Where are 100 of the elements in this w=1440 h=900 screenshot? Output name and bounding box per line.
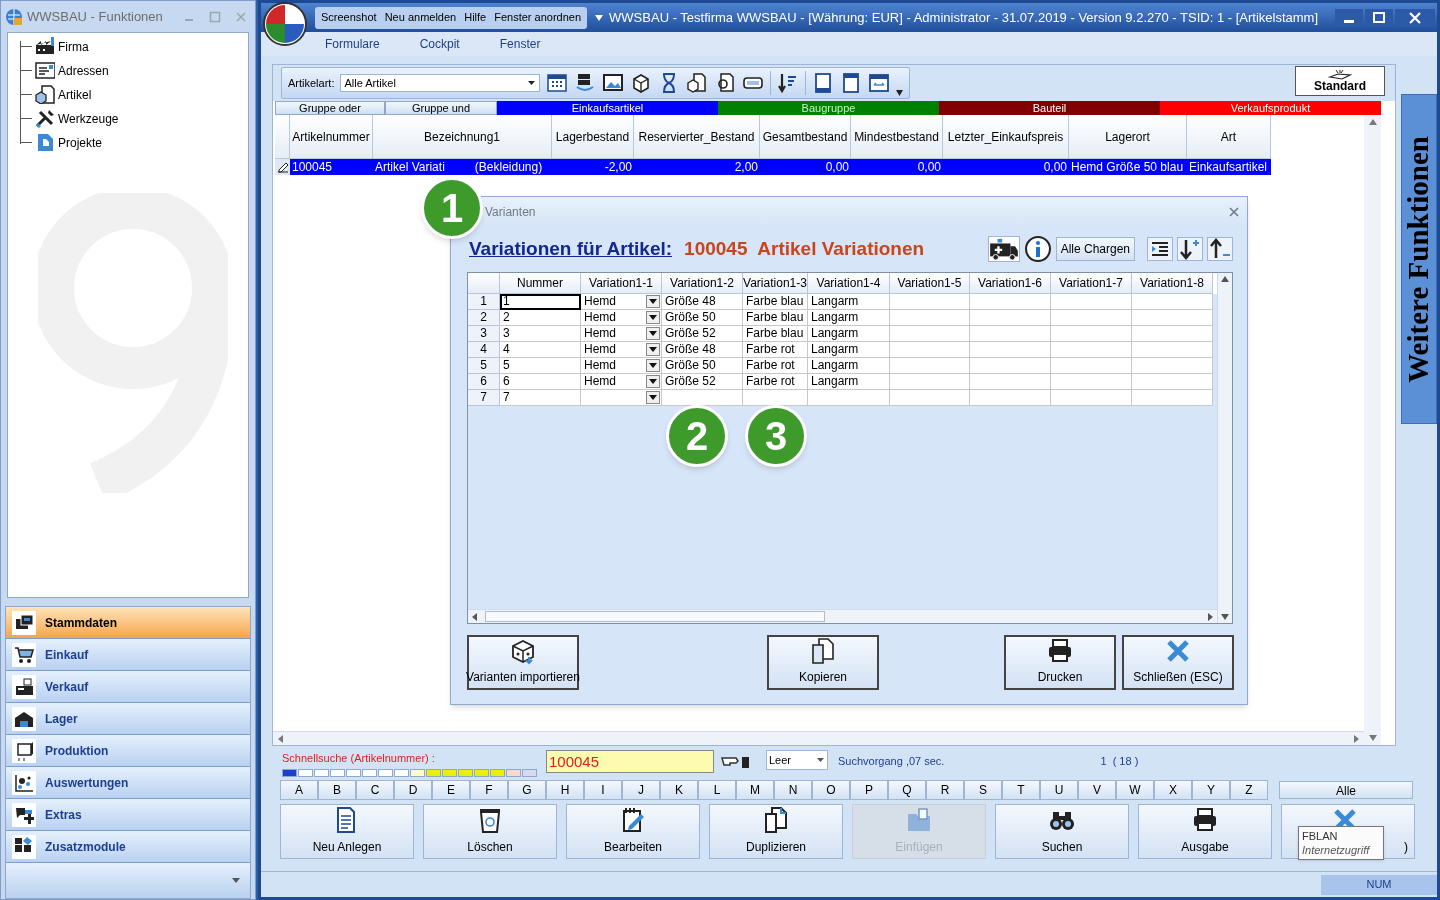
arrow-down-icon[interactable]	[1221, 614, 1229, 620]
standard-button[interactable]: Standard	[1295, 66, 1385, 96]
letter-button[interactable]: R	[926, 780, 964, 800]
table-cell[interactable]: Größe 48	[662, 342, 743, 358]
dropdown-cell[interactable]: Hemd	[581, 374, 662, 390]
menu-item[interactable]: Cockpit	[419, 35, 460, 53]
letter-button[interactable]: G	[508, 780, 546, 800]
dropdown-cell[interactable]: Hemd	[581, 342, 662, 358]
dialog-button[interactable]: Kopieren	[767, 635, 879, 690]
table-cell[interactable]: 7	[500, 390, 581, 406]
table-cell[interactable]: 6	[500, 374, 581, 390]
letter-button[interactable]: F	[470, 780, 508, 800]
dialog-button[interactable]: Schließen (ESC)	[1122, 635, 1234, 690]
table-cell[interactable]: 5	[500, 358, 581, 374]
letter-button[interactable]: T	[1002, 780, 1040, 800]
table-cell[interactable]: Langarm	[808, 342, 890, 358]
nav-item[interactable]: Produktion	[6, 735, 250, 767]
arrow-up-icon[interactable]	[1221, 276, 1229, 282]
table-cell[interactable]: Langarm	[808, 358, 890, 374]
column-header[interactable]: Variation1-5	[890, 273, 970, 294]
table-cell[interactable]: Größe 52	[662, 326, 743, 342]
letter-button[interactable]: Z	[1230, 780, 1268, 800]
table-cell[interactable]: Farbe rot	[743, 374, 808, 390]
letter-button[interactable]: Q	[888, 780, 926, 800]
ambulance-icon[interactable]	[987, 236, 1020, 262]
arrow-up-icon[interactable]	[1368, 119, 1377, 125]
letter-button[interactable]: L	[698, 780, 736, 800]
letter-button[interactable]: A	[280, 780, 318, 800]
column-header[interactable]: Reservierter_Bestand	[634, 115, 760, 159]
letter-button[interactable]: J	[622, 780, 660, 800]
nav-item[interactable]: Extras	[6, 799, 250, 831]
scrollbar-thumb[interactable]	[485, 611, 825, 622]
column-header[interactable]: Variation1-8	[1132, 273, 1213, 294]
dropdown-cell[interactable]: Hemd	[581, 358, 662, 374]
column-header[interactable]: Nummer	[500, 273, 581, 294]
menu-item[interactable]: Formulare	[325, 35, 380, 53]
action-button[interactable]: Bearbeiten	[566, 803, 700, 859]
action-button[interactable]: Suchen	[995, 803, 1129, 859]
column-header[interactable]: Variation1-6	[970, 273, 1051, 294]
letter-button[interactable]: S	[964, 780, 1002, 800]
letter-button[interactable]: K	[660, 780, 698, 800]
action-button[interactable]: Neu Anlegen	[280, 803, 414, 859]
action-button[interactable]: Duplizieren	[709, 803, 843, 859]
letter-button[interactable]: V	[1078, 780, 1116, 800]
column-header[interactable]: Lagerbestand	[552, 115, 634, 159]
column-header[interactable]: Variation1-1	[581, 273, 662, 294]
letter-button[interactable]: P	[850, 780, 888, 800]
indent-list-icon[interactable]	[1147, 237, 1173, 261]
toolbar-link[interactable]: Neu anmelden	[384, 9, 457, 26]
table-cell[interactable]: Farbe blau	[743, 294, 808, 310]
arrow-left-icon[interactable]	[471, 612, 479, 621]
letter-button[interactable]: H	[546, 780, 584, 800]
table-cell[interactable]: Langarm	[808, 374, 890, 390]
group-toggle[interactable]: Gruppe oder	[275, 101, 385, 115]
table-cell[interactable]: 4	[500, 342, 581, 358]
nav-item[interactable]: Verkauf	[6, 671, 250, 703]
table-cell[interactable]: 3	[500, 326, 581, 342]
search-field[interactable]: 100045	[546, 750, 714, 773]
tree-item[interactable]: Firma	[58, 37, 89, 56]
dropdown-cell[interactable]: Hemd	[581, 310, 662, 326]
window-expand-icon[interactable]	[868, 72, 891, 94]
letter-button[interactable]: D	[394, 780, 432, 800]
toolbar-link[interactable]: Fenster anordnen	[494, 9, 582, 26]
table-row[interactable]: 100045 Artikel Variati (Bekleidung) -2,00 2,00 0,00 0,00 0,00 Hemd Größe 50 blau Einkaufsartikel	[290, 159, 1271, 175]
horizontal-scrollbar[interactable]	[468, 609, 1217, 623]
toolbar-link[interactable]: Hilfe	[464, 9, 487, 26]
letter-button[interactable]: W	[1116, 780, 1154, 800]
dropdown-cell[interactable]	[581, 390, 662, 406]
tree-item[interactable]: Werkzeuge	[58, 109, 119, 128]
column-header[interactable]: Lagerort	[1069, 115, 1187, 159]
overflow-caret-icon[interactable]	[896, 90, 904, 96]
calendar-icon[interactable]	[546, 72, 569, 94]
column-header[interactable]: Gesamtbestand	[760, 115, 851, 159]
table-cell[interactable]: Langarm	[808, 294, 890, 310]
arrow-right-icon[interactable]	[1206, 612, 1214, 621]
letter-button[interactable]: Y	[1192, 780, 1230, 800]
toolbar-link[interactable]: Screenshot	[321, 9, 377, 26]
horizontal-scrollbar[interactable]	[273, 731, 1364, 745]
nav-item[interactable]: Stammdaten	[6, 607, 250, 639]
table-cell[interactable]: Langarm	[808, 310, 890, 326]
table-cell[interactable]: Größe 52	[662, 374, 743, 390]
letter-button[interactable]: U	[1040, 780, 1078, 800]
vertical-scrollbar[interactable]	[1217, 273, 1232, 623]
column-header[interactable]: Variation1-3	[743, 273, 808, 294]
letter-button[interactable]: N	[774, 780, 812, 800]
table-cell[interactable]: Farbe rot	[743, 358, 808, 374]
table-cell[interactable]: 2	[500, 310, 581, 326]
column-header[interactable]: Variation1-2	[662, 273, 743, 294]
sort-remove-icon[interactable]	[1207, 237, 1233, 261]
column-header[interactable]: Artikelnummer	[290, 115, 373, 159]
caret-icon[interactable]	[528, 81, 536, 85]
close-icon[interactable]	[1395, 8, 1435, 27]
all-button[interactable]: Alle	[1279, 781, 1413, 799]
table-cell[interactable]: Farbe rot	[743, 342, 808, 358]
column-header[interactable]: Variation1-4	[808, 273, 890, 294]
image-icon[interactable]	[602, 72, 625, 94]
nav-item[interactable]: Lager	[6, 703, 250, 735]
column-header[interactable]: Letzter_Einkaufspreis	[943, 115, 1069, 159]
arrow-down-icon[interactable]	[1368, 735, 1377, 741]
mode-dropdown[interactable]: Leer	[766, 750, 828, 770]
